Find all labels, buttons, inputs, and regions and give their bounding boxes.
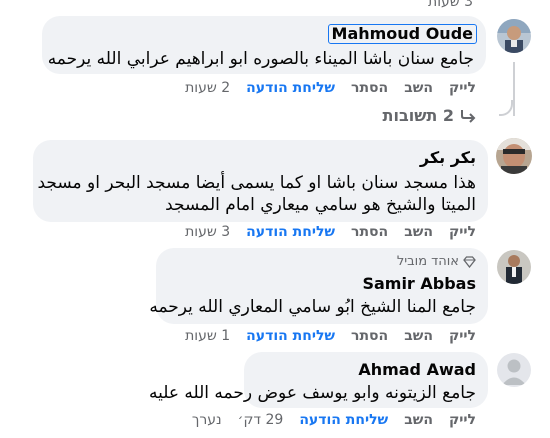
avatar-mahmoud[interactable] — [497, 19, 531, 53]
comment-author[interactable]: بكر بكر — [420, 148, 476, 167]
comment-author[interactable]: Ahmad Awad — [358, 360, 476, 379]
avatar-bakr[interactable] — [496, 138, 532, 174]
comment-timestamp[interactable]: 3 שעות — [185, 224, 230, 240]
comment-text: جامع سنان باشا الميناء بالصوره ابو ابراه… — [47, 49, 474, 69]
replies-count-label: 2 תשובות — [382, 106, 454, 125]
comment-text: جامع الزيتونه وابو يوسف عوض رحمه الله عل… — [148, 383, 476, 403]
reply-button[interactable]: השב — [404, 412, 433, 428]
comment-timestamp[interactable]: 29 דק׳ — [238, 412, 284, 428]
comment-actions-3: לייק השב הסתר שליחת הודעה 1 שעות — [185, 328, 476, 344]
default-avatar-icon[interactable] — [497, 353, 531, 387]
replies-toggle[interactable]: 2 תשובות — [383, 106, 476, 125]
reply-button[interactable]: השב — [404, 328, 433, 344]
comment-timestamp[interactable]: 2 שעות — [185, 80, 230, 96]
comment-bubble-2: بكر بكر هذا مسجد سنان باشا او كما يسمى أ… — [33, 140, 488, 222]
top-fan-label: אוהד מוביל — [396, 254, 459, 269]
like-button[interactable]: לייק — [449, 412, 476, 428]
comment-bubble-3: אוהד מוביל Samir Abbas جامع المنا الشيخ … — [149, 248, 488, 324]
comment-text: جامع المنا الشيخ ابُو سامي المعاري الله … — [149, 297, 476, 317]
top-timestamp: 3 שעות — [428, 0, 474, 10]
like-button[interactable]: לייק — [449, 224, 476, 240]
comment-author[interactable]: Mahmoud Oude — [327, 24, 477, 44]
like-button[interactable]: לייק — [449, 80, 476, 96]
like-button[interactable]: לייק — [449, 328, 476, 344]
thread-line — [513, 62, 515, 116]
comment-author[interactable]: Samir Abbas — [362, 274, 476, 293]
send-message-button[interactable]: שליחת הודעה — [246, 328, 335, 344]
comment-text-line-2: الميتا والشيخ هو سامي ميعاري امام المسجد — [165, 195, 476, 215]
send-message-button[interactable]: שליחת הודעה — [246, 224, 335, 240]
comment-timestamp[interactable]: 1 שעות — [185, 328, 230, 344]
send-message-button[interactable]: שליחת הודעה — [246, 80, 335, 96]
edited-label[interactable]: נערך — [192, 412, 222, 428]
comment-bubble-1: Mahmoud Oude جامع سنان باشا الميناء بالص… — [42, 16, 486, 74]
send-message-button[interactable]: שליחת הודעה — [299, 412, 388, 428]
hide-button[interactable]: הסתר — [351, 224, 388, 240]
thread-line-curve — [499, 100, 513, 116]
reply-button[interactable]: השב — [404, 80, 433, 96]
comment-bubble-4: Ahmad Awad جامع الزيتونه وابو يوسف عوض ر… — [149, 352, 488, 408]
comment-actions-4: לייק השב שליחת הודעה 29 דק׳ נערך — [192, 412, 476, 428]
hide-button[interactable]: הסתר — [351, 80, 388, 96]
comment-actions-2: לייק השב הסתר שליחת הודעה 3 שעות — [185, 224, 476, 240]
reply-button[interactable]: השב — [404, 224, 433, 240]
top-fan-badge: אוהד מוביל — [397, 254, 476, 269]
diamond-badge-icon — [463, 255, 476, 268]
avatar-samir[interactable] — [497, 250, 531, 284]
hide-button[interactable]: הסתר — [351, 328, 388, 344]
comment-actions-1: לייק השב הסתר שליחת הודעה 2 שעות — [185, 80, 476, 96]
reply-arrow-icon — [460, 109, 476, 123]
